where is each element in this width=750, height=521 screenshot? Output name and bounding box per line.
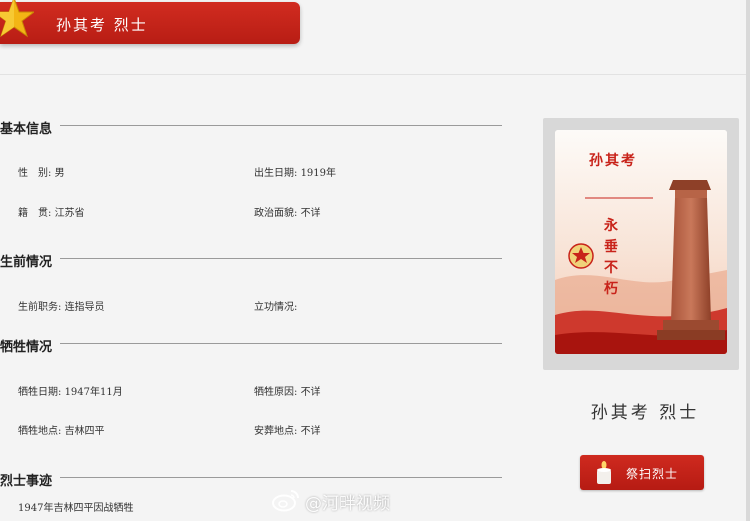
birth-value: 1919年 bbox=[300, 168, 337, 179]
deeds-text: 1947年吉林四平因战牺牲 bbox=[18, 503, 134, 514]
sacrifice-reason-value: 不详 bbox=[300, 387, 321, 398]
card-name: 孙其考 bbox=[589, 153, 637, 169]
political-field: 政治面貌: 不详 bbox=[254, 204, 321, 219]
position-value: 连指导员 bbox=[64, 302, 105, 313]
burial-value: 不详 bbox=[300, 426, 321, 437]
sacrifice-date-field: 牺牲日期: 1947年11月 bbox=[18, 383, 123, 398]
sacrifice-place-label: 牺牲地点: bbox=[18, 426, 62, 437]
section-divider bbox=[60, 343, 502, 344]
sacrifice-reason-label: 牺牲原因: bbox=[254, 387, 298, 398]
burial-field: 安葬地点: 不详 bbox=[254, 422, 321, 437]
motto-char: 朽 bbox=[604, 281, 618, 297]
merit-label: 立功情况: bbox=[254, 302, 298, 313]
sacrifice-place-value: 吉林四平 bbox=[64, 426, 105, 437]
origin-label: 籍 贯: bbox=[18, 208, 52, 219]
memorial-card-image: 孙其考 永 垂 不 朽 bbox=[555, 130, 727, 354]
tribute-button[interactable]: 祭扫烈士 bbox=[580, 455, 704, 490]
martyr-name: 孙其考 烈士 bbox=[590, 403, 700, 423]
motto-char: 不 bbox=[604, 260, 618, 276]
sacrifice-date-label: 牺牲日期: bbox=[18, 387, 62, 398]
motto-char: 垂 bbox=[604, 239, 618, 255]
sacrifice-place-field: 牺牲地点: 吉林四平 bbox=[18, 422, 105, 437]
motto-char: 永 bbox=[604, 218, 618, 234]
merit-field: 立功情况: bbox=[254, 298, 297, 313]
page-title: 孙其考 烈士 bbox=[56, 16, 148, 34]
section-title-sacrifice: 牺牲情况 bbox=[0, 340, 53, 355]
birth-label: 出生日期: bbox=[254, 168, 298, 179]
star-icon bbox=[0, 0, 34, 38]
section-title-deeds: 烈士事迹 bbox=[0, 474, 53, 489]
sacrifice-reason-field: 牺牲原因: 不详 bbox=[254, 383, 321, 398]
political-label: 政治面貌: bbox=[254, 208, 298, 219]
watermark-text: @河畔视频 bbox=[305, 494, 390, 514]
position-field: 生前职务: 连指导员 bbox=[18, 298, 105, 313]
origin-value: 江苏省 bbox=[54, 208, 85, 219]
political-value: 不详 bbox=[300, 208, 321, 219]
section-title-basic: 基本信息 bbox=[0, 122, 53, 137]
position-label: 生前职务: bbox=[18, 302, 62, 313]
section-divider bbox=[60, 125, 502, 126]
sacrifice-date-value: 1947年11月 bbox=[64, 387, 123, 398]
birth-field: 出生日期: 1919年 bbox=[254, 164, 336, 179]
section-divider bbox=[60, 258, 502, 259]
section-divider bbox=[60, 477, 502, 478]
burial-label: 安葬地点: bbox=[254, 426, 298, 437]
tribute-button-label: 祭扫烈士 bbox=[626, 467, 679, 481]
gender-field: 性 别: 男 bbox=[18, 164, 65, 179]
card-motto: 永 垂 不 朽 bbox=[601, 216, 621, 300]
gender-value: 男 bbox=[54, 168, 65, 179]
gender-label: 性 别: bbox=[18, 168, 52, 179]
section-title-life: 生前情况 bbox=[0, 255, 53, 270]
title-ribbon: 孙其考 烈士 bbox=[0, 0, 300, 44]
candle-icon bbox=[597, 461, 611, 484]
weibo-icon bbox=[272, 490, 299, 512]
memorial-background bbox=[555, 130, 727, 354]
watermark: @河畔视频 bbox=[272, 489, 390, 514]
origin-field: 籍 贯: 江苏省 bbox=[18, 204, 85, 219]
edge-strip bbox=[746, 0, 750, 521]
memorial-card: 孙其考 永 垂 不 朽 bbox=[543, 118, 739, 370]
